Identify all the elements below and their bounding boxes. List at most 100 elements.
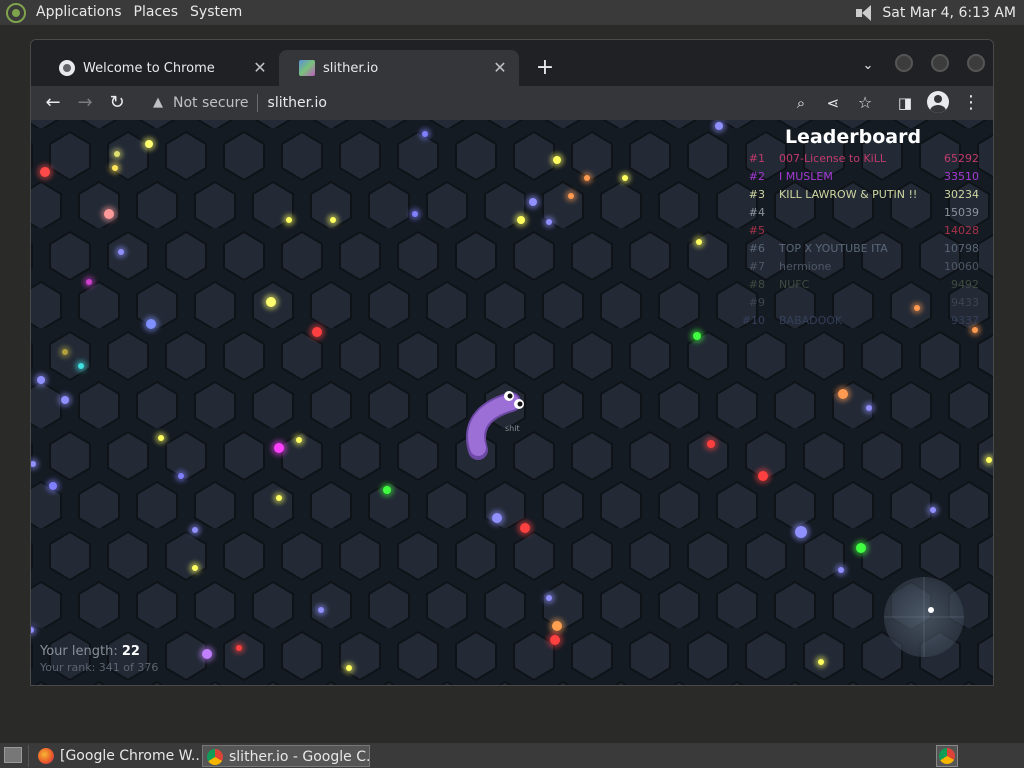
minimap-player-dot <box>928 607 934 613</box>
share-icon[interactable]: ⋖ <box>821 91 845 115</box>
leaderboard-rank: #9 <box>748 296 765 309</box>
new-tab-button[interactable]: + <box>531 54 559 82</box>
food-pellet <box>330 217 336 223</box>
food-pellet <box>838 389 848 399</box>
taskbar-separator <box>28 745 29 767</box>
chrome-icon <box>207 749 223 765</box>
food-pellet <box>312 327 322 337</box>
food-pellet <box>622 175 628 181</box>
side-panel-icon[interactable]: ◨ <box>893 91 917 115</box>
food-pellet <box>930 507 936 513</box>
game-viewport[interactable]: Leaderboard #1 007-License to KiLL 65292 #2… <box>31 120 993 685</box>
food-pellet <box>707 440 715 448</box>
food-pellet <box>546 219 552 225</box>
food-pellet <box>192 527 198 533</box>
leaderboard-rank: #8 <box>748 278 765 291</box>
bookmark-star-icon[interactable]: ☆ <box>853 91 877 115</box>
food-pellet <box>529 198 537 206</box>
leaderboard-name: NUFC <box>779 278 810 291</box>
food-pellet <box>62 349 68 355</box>
food-pellet <box>104 209 114 219</box>
leaderboard-rank: #4 <box>748 206 765 219</box>
tray-chrome-item[interactable] <box>936 745 958 767</box>
taskbar-item-slither[interactable]: slither.io - Google C... <box>202 745 370 767</box>
volume-icon[interactable] <box>854 3 876 23</box>
leaderboard-row: #6 TOP X YOUTUBE ITA 10798 <box>741 242 981 260</box>
clock[interactable]: Sat Mar 4, 6:13 AM <box>882 5 1020 21</box>
food-pellet <box>818 659 824 665</box>
food-pellet <box>856 543 866 553</box>
url-text[interactable]: slither.io <box>268 95 327 111</box>
food-pellet <box>192 565 198 571</box>
browser-toolbar: ← → ↻ ▲ Not secure slither.io ⌕ ⋖ ☆ ◨ ⋮ <box>31 86 993 120</box>
menu-applications[interactable]: Applications <box>30 0 128 25</box>
tab-welcome-to-chrome[interactable]: Welcome to Chrome ✕ <box>39 50 279 86</box>
warning-triangle-icon[interactable]: ▲ <box>149 94 167 112</box>
tab-title: slither.io <box>323 60 379 76</box>
food-pellet <box>866 405 872 411</box>
leaderboard-rank: #1 <box>748 152 765 165</box>
leaderboard-score: 15039 <box>944 206 979 219</box>
leaderboard-row: #7 hermione 10060 <box>741 260 981 278</box>
slither-favicon-icon <box>299 60 315 76</box>
more-menu-icon[interactable]: ⋮ <box>959 91 983 115</box>
leaderboard-name: 007-License to KiLL <box>779 152 886 165</box>
food-pellet <box>114 151 120 157</box>
leaderboard-score: 9433 <box>951 296 979 309</box>
profile-avatar-icon[interactable] <box>927 91 949 113</box>
food-pellet <box>412 211 418 217</box>
food-pellet <box>145 140 153 148</box>
leaderboard-rank: #5 <box>748 224 765 237</box>
leaderboard-score: 14028 <box>944 224 979 237</box>
close-tab-icon[interactable]: ✕ <box>251 59 269 77</box>
menu-system[interactable]: System <box>184 0 248 25</box>
reload-icon[interactable]: ↻ <box>105 91 129 115</box>
taskbar-item-label: slither.io - Google C... <box>229 749 370 765</box>
food-pellet <box>693 332 701 340</box>
security-label[interactable]: Not secure <box>173 95 249 111</box>
food-pellet <box>266 297 276 307</box>
tab-slither-io[interactable]: slither.io ✕ <box>279 50 519 86</box>
close-window-button[interactable] <box>967 54 985 72</box>
food-pellet <box>492 513 502 523</box>
leaderboard-row: #1 007-License to KiLL 65292 <box>741 152 981 170</box>
food-pellet <box>696 239 702 245</box>
tab-search-chevron-icon[interactable]: ⌄ <box>856 54 880 78</box>
maximize-button[interactable] <box>931 54 949 72</box>
food-pellet <box>276 495 282 501</box>
food-pellet <box>202 649 212 659</box>
show-desktop-icon[interactable] <box>4 747 22 763</box>
taskbar-item-chrome-welcome[interactable]: [Google Chrome W... <box>34 745 200 767</box>
chrome-icon <box>939 748 955 764</box>
leaderboard-score: 10798 <box>944 242 979 255</box>
minimize-button[interactable] <box>895 54 913 72</box>
leaderboard-score: 10060 <box>944 260 979 273</box>
zoom-search-icon[interactable]: ⌕ <box>789 91 813 115</box>
forward-arrow-icon[interactable]: → <box>73 91 97 115</box>
leaderboard-rank: #10 <box>741 314 765 327</box>
leaderboard-rank: #2 <box>748 170 765 183</box>
food-pellet <box>274 443 284 453</box>
leaderboard-score: 30234 <box>944 188 979 201</box>
leaderboard-row: #3 KILL LAWROW & PUTIN !! 30234 <box>741 188 981 206</box>
player-stats: Your length: 22 Your rank: 341 of 376 <box>40 644 158 674</box>
food-pellet <box>286 217 292 223</box>
snake-pupil-left <box>507 393 513 399</box>
player-name-label: shit <box>505 424 520 433</box>
food-pellet <box>838 567 844 573</box>
leaderboard-score: 9337 <box>951 314 979 327</box>
food-pellet <box>296 437 302 443</box>
close-tab-icon[interactable]: ✕ <box>491 59 509 77</box>
leaderboard-name: BABADOOK <box>779 314 843 327</box>
leaderboard-title: Leaderboard <box>784 126 922 148</box>
food-pellet <box>86 279 92 285</box>
omnibox-divider <box>256 94 258 112</box>
back-arrow-icon[interactable]: ← <box>41 91 65 115</box>
chrome-globe-icon <box>59 60 75 76</box>
address-bar[interactable]: ▲ Not secure slither.io <box>143 89 783 117</box>
snake-pupil-right <box>517 401 523 407</box>
menu-places[interactable]: Places <box>128 0 185 25</box>
length-value: 22 <box>121 644 140 659</box>
distro-logo-icon[interactable] <box>6 2 26 23</box>
minimap <box>884 577 964 657</box>
